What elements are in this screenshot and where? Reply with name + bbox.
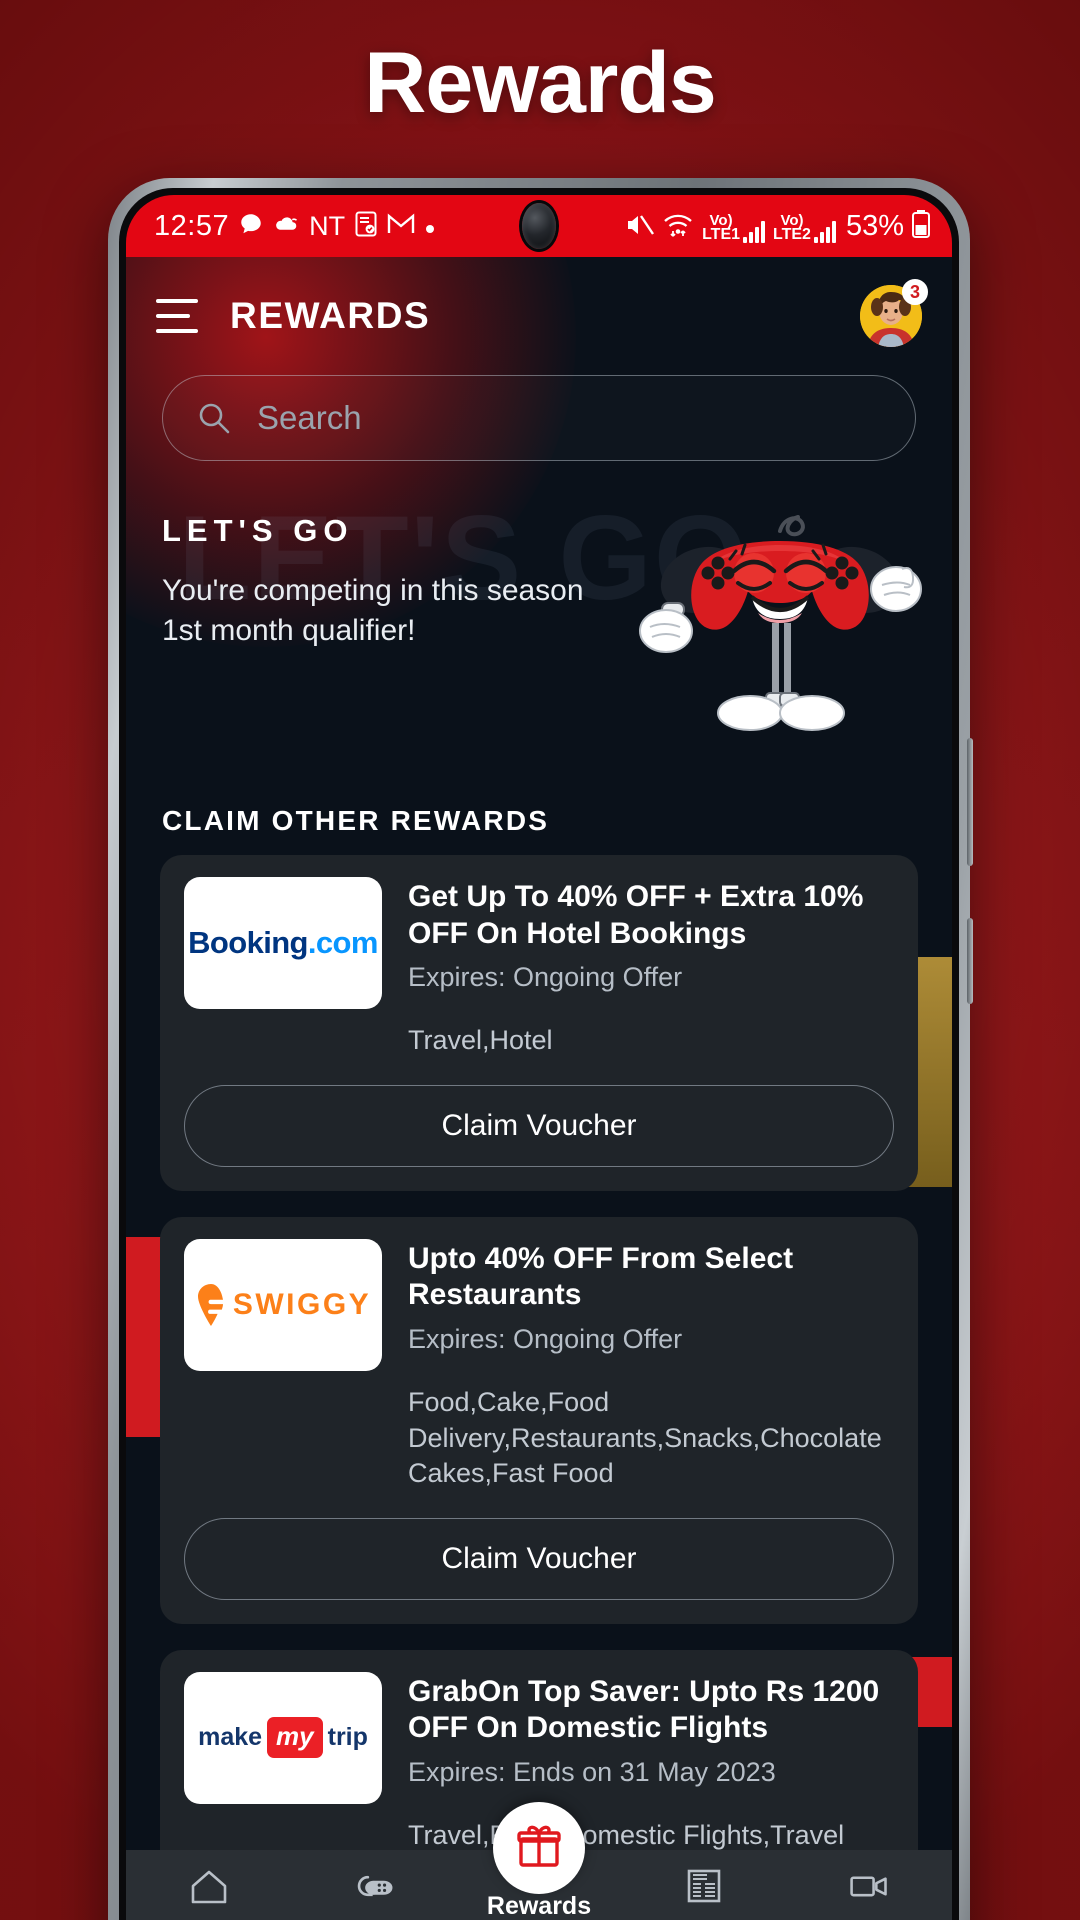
volte-lte1-icon: Vo) LTE1	[702, 213, 766, 243]
weather-icon	[273, 213, 300, 240]
front-camera-icon	[522, 203, 556, 249]
phone-screen: 12:57 NT Vo) LTE1 Vo) LTE2 53% REWARDS 3…	[126, 195, 952, 1920]
rewards-fab-button[interactable]	[493, 1802, 585, 1894]
section-title: CLAIM OTHER REWARDS	[162, 805, 550, 836]
booking-com-logo: Booking.com	[184, 877, 382, 1009]
reward-title: GrabOn Top Saver: Upto Rs 1200 OFF On Do…	[408, 1674, 880, 1745]
mute-icon	[624, 212, 655, 243]
nav-item-games-hub[interactable]: Games Hub	[291, 1866, 456, 1920]
nt-label: NT	[309, 210, 346, 241]
nav-label-rewards: Rewards	[486, 1892, 592, 1920]
gamepad-mascot-icon	[630, 455, 930, 755]
reward-title: Get Up To 40% OFF + Extra 10% OFF On Hot…	[408, 880, 864, 950]
poster-title: Rewards	[364, 35, 717, 131]
avatar-notification-badge: 3	[902, 279, 928, 305]
makemytrip-logo: make my trip	[184, 1671, 382, 1804]
search-icon	[197, 401, 231, 435]
reward-card-top: SWIGGY Upto 40% OFF From Select Restaura…	[184, 1238, 894, 1492]
wifi-icon	[662, 212, 694, 243]
status-bar-clock: 12:57	[154, 209, 230, 242]
battery-percent-label: 53%	[845, 209, 904, 242]
signal-bars-icon-1	[743, 220, 766, 243]
reward-expiry: Expires: Ongoing Offer	[408, 1324, 683, 1354]
reward-tags: Food,Cake,Food Delivery,Restaurants,Snac…	[408, 1387, 882, 1489]
notes-icon	[354, 211, 378, 242]
reward-card[interactable]: SWIGGY Upto 40% OFF From Select Restaura…	[160, 1216, 918, 1624]
page-title: REWARDS	[230, 295, 431, 336]
swiggy-logo: SWIGGY	[184, 1238, 382, 1371]
video-camera-icon	[847, 1866, 891, 1913]
reward-card-info: Get Up To 40% OFF + Extra 10% OFF On Hot…	[408, 877, 894, 1059]
reward-card-top: Booking.com Get Up To 40% OFF + Extra 10…	[184, 877, 894, 1059]
nav-item-news[interactable]: News	[622, 1866, 787, 1920]
mmt-trip-label: trip	[327, 1723, 368, 1752]
battery-icon	[912, 209, 930, 243]
claim-voucher-button[interactable]: Claim Voucher	[184, 1517, 894, 1600]
volte-lte-label-2: LTE2	[773, 225, 811, 243]
booking-brand-secondary: .com	[307, 925, 379, 960]
app-scroll-area[interactable]: REWARDS 3 Search LET'S GO LET'S GO You'r…	[126, 257, 952, 1920]
reward-title: Upto 40% OFF From Select Restaurants	[408, 1241, 794, 1312]
search-input[interactable]: Search	[162, 375, 916, 461]
volte-lte-label-1: LTE1	[702, 225, 741, 243]
gmail-icon	[387, 212, 415, 240]
gift-icon	[514, 1821, 564, 1876]
nav-item-home[interactable]: Home	[126, 1866, 291, 1920]
status-bar-left: 12:57 NT	[154, 210, 436, 243]
nav-item-videos[interactable]: Videos	[787, 1866, 952, 1920]
search-placeholder: Search	[257, 399, 362, 436]
booking-brand-primary: Booking	[188, 925, 308, 960]
hero-banner: LET'S GO LET'S GO You're competing in th…	[126, 461, 952, 777]
mmt-make-label: make	[198, 1723, 263, 1752]
poster-canvas: Rewards 12:57 NT Vo) LTE1 Vo) LTE2 53% R…	[0, 0, 1080, 1920]
app-viewport: REWARDS 3 Search LET'S GO LET'S GO You'r…	[126, 257, 952, 1920]
hamburger-menu-icon[interactable]	[156, 299, 198, 333]
reward-expiry: Expires: Ends on 31 May 2023	[408, 1757, 776, 1788]
swiggy-mark-icon	[195, 1283, 227, 1327]
phone-frame: 12:57 NT Vo) LTE1 Vo) LTE2 53% REWARDS 3…	[108, 178, 973, 1920]
mmt-my-label: my	[267, 1717, 323, 1759]
home-icon	[187, 1866, 231, 1913]
reward-tags: Travel,Hotel	[408, 1025, 553, 1056]
games-hub-icon	[352, 1866, 396, 1913]
swiggy-wordmark: SWIGGY	[232, 1287, 372, 1321]
search-row: Search	[126, 357, 952, 461]
reward-expiry: Expires: Ongoing Offer	[408, 962, 683, 993]
volume-button[interactable]	[967, 738, 973, 866]
claim-voucher-button[interactable]: Claim Voucher	[184, 1084, 894, 1167]
signal-bars-icon-2	[813, 220, 836, 243]
avatar-wrapper[interactable]: 3	[860, 279, 928, 347]
dot-icon	[424, 213, 436, 240]
reward-card-info: Upto 40% OFF From Select Restaurants Exp…	[408, 1239, 894, 1492]
volte-lte2-icon: Vo) LTE2	[773, 213, 836, 243]
phone-bezel: 12:57 NT Vo) LTE1 Vo) LTE2 53% REWARDS 3…	[119, 188, 959, 1920]
power-button[interactable]	[967, 918, 973, 1004]
reward-card[interactable]: Booking.com Get Up To 40% OFF + Extra 10…	[160, 855, 918, 1191]
status-bar-right: Vo) LTE1 Vo) LTE2 53%	[624, 209, 930, 243]
app-header: REWARDS 3	[126, 257, 952, 357]
newspaper-icon	[682, 1866, 726, 1913]
chat-bubble-icon	[238, 211, 264, 242]
